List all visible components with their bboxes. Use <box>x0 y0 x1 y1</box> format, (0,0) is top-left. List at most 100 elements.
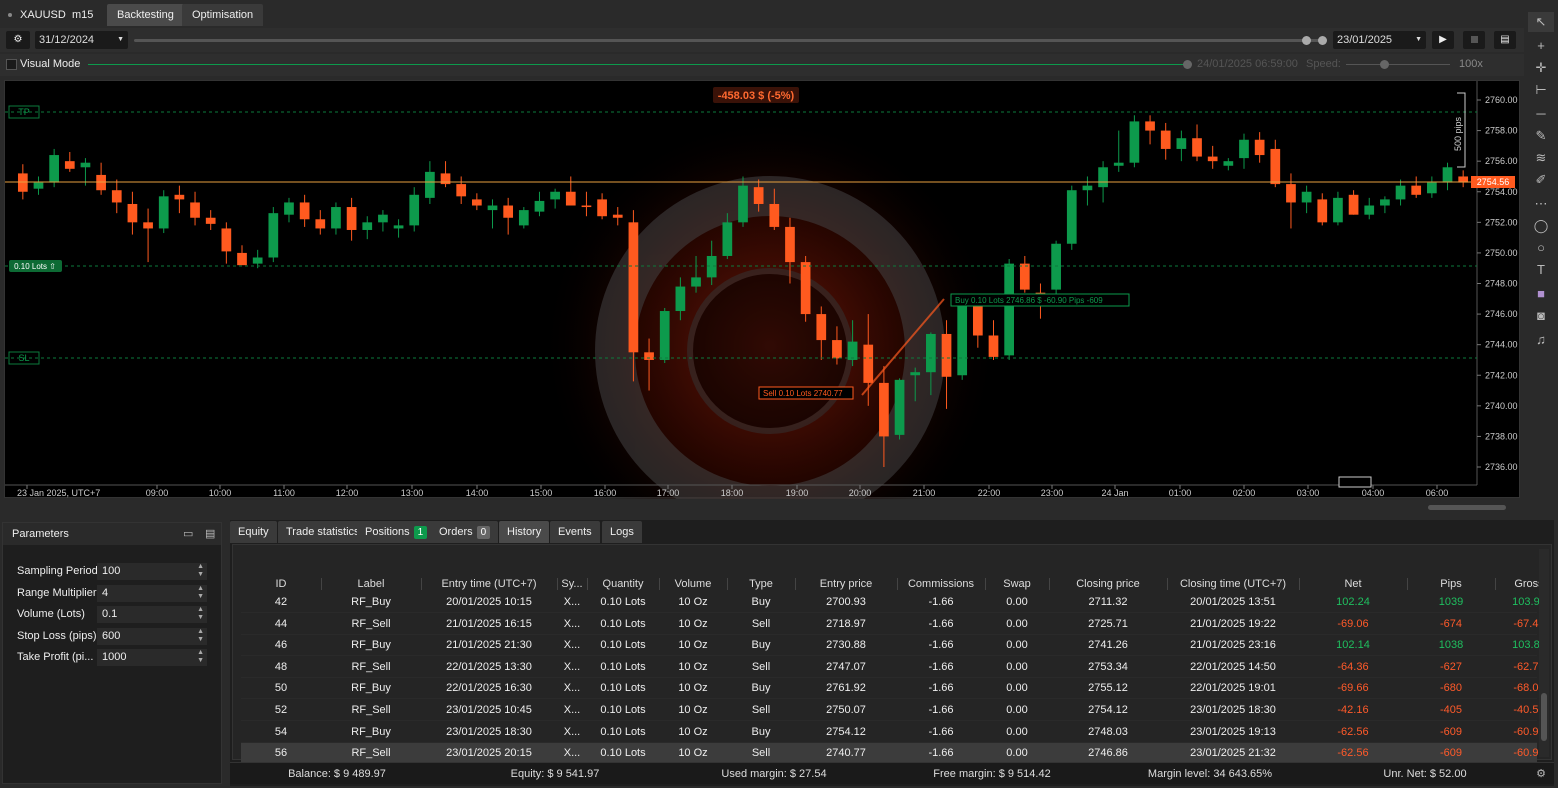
table-cell: 0.00 <box>1006 660 1028 673</box>
dotted-line-icon[interactable]: ⋯ <box>1528 194 1554 214</box>
range-start-handle[interactable] <box>1302 36 1311 45</box>
progress-handle[interactable] <box>1183 60 1192 69</box>
column-header[interactable]: Net <box>1299 575 1407 593</box>
settings-button[interactable]: ⚙ <box>6 31 30 49</box>
folder-open-icon[interactable]: ▭ <box>183 527 193 540</box>
column-header[interactable]: Swap <box>985 575 1049 593</box>
param-input[interactable]: 1000 ▲ ▼ <box>97 649 207 666</box>
column-divider[interactable] <box>1495 578 1496 590</box>
column-divider[interactable] <box>727 578 728 590</box>
table-cell: 20/01/2025 13:51 <box>1190 596 1276 608</box>
start-date-picker[interactable]: 31/12/2024 ▼ <box>35 31 128 49</box>
column-divider[interactable] <box>557 578 558 590</box>
column-header[interactable]: ID <box>241 575 321 593</box>
fibonacci-icon[interactable]: ≋ <box>1528 148 1554 168</box>
column-header[interactable]: Type <box>727 575 795 593</box>
stepper-icon[interactable]: ▲ ▼ <box>197 649 204 665</box>
table-row[interactable]: 54 RF_Buy 23/01/2025 18:30 X... 0.10 Lots 10 … <box>241 722 1545 743</box>
candle-body <box>785 226 795 263</box>
column-divider[interactable] <box>321 578 322 590</box>
symbol-tab[interactable]: XAUUSD m15 <box>0 4 101 26</box>
tab-history[interactable]: History <box>499 521 550 543</box>
table-scrollbar[interactable] <box>1539 549 1549 757</box>
measure-icon[interactable]: ⊢ <box>1528 80 1554 100</box>
tab-optimisation[interactable]: Optimisation <box>182 4 264 26</box>
table-cell: 20/01/2025 10:15 <box>446 596 532 608</box>
tab-backtesting[interactable]: Backtesting <box>107 4 184 26</box>
circle-icon[interactable]: ○ <box>1528 238 1554 258</box>
column-divider[interactable] <box>1167 578 1168 590</box>
column-divider[interactable] <box>421 578 422 590</box>
rectangle-icon[interactable]: ■ <box>1528 284 1554 304</box>
column-header[interactable]: Closing time (UTC+7) <box>1167 575 1299 593</box>
tab-events[interactable]: Events <box>550 521 600 543</box>
visual-mode-checkbox[interactable] <box>6 59 17 70</box>
pen-icon[interactable]: ✎ <box>1528 126 1554 146</box>
chart-scrollbar[interactable] <box>4 502 1520 514</box>
param-input[interactable]: 100 ▲ ▼ <box>97 563 207 580</box>
param-input[interactable]: 600 ▲ ▼ <box>97 627 207 645</box>
save-params-icon[interactable]: ▤ <box>205 527 215 540</box>
candle-body <box>471 199 482 206</box>
column-header[interactable]: Quantity <box>587 575 659 593</box>
time-cursor-tag[interactable] <box>1338 476 1372 488</box>
column-divider[interactable] <box>1049 578 1050 590</box>
column-header[interactable]: Commissions <box>897 575 985 593</box>
candle-body <box>753 187 764 204</box>
save-button[interactable]: ▤ <box>1494 31 1516 49</box>
stepper-icon[interactable]: ▲ ▼ <box>197 585 204 601</box>
table-row[interactable]: 52 RF_Sell 23/01/2025 10:45 X... 0.10 Lots 10… <box>241 700 1545 721</box>
tab-equity[interactable]: Equity <box>230 521 277 543</box>
column-header[interactable]: Volume <box>659 575 727 593</box>
stepper-icon[interactable]: ▲ ▼ <box>197 628 204 644</box>
column-divider[interactable] <box>1299 578 1300 590</box>
tab-orders[interactable]: Orders 0 <box>431 521 499 543</box>
stepper-icon[interactable]: ▲ ▼ <box>197 606 204 622</box>
crosshair-icon[interactable]: + <box>1528 36 1554 56</box>
column-header[interactable]: Entry time (UTC+7) <box>421 575 557 593</box>
crosshair-alt-icon[interactable]: ✛ <box>1528 58 1554 78</box>
bell-icon[interactable]: ♫ <box>1528 330 1554 350</box>
table-scrollbar-thumb[interactable] <box>1541 693 1547 741</box>
stepper-icon[interactable]: ▲ ▼ <box>197 563 204 579</box>
play-button[interactable]: ▶ <box>1432 31 1454 49</box>
column-divider[interactable] <box>587 578 588 590</box>
speed-slider[interactable] <box>1346 64 1450 65</box>
price-axis[interactable]: 2760.00 2758.00 2756.00 2754.00 2752.00 2750.… <box>1477 95 1518 472</box>
horizontal-line-icon[interactable]: ─ <box>1528 104 1554 124</box>
column-header[interactable]: Label <box>321 575 421 593</box>
end-date-picker[interactable]: 23/01/2025 ▼ <box>1333 31 1426 49</box>
column-header[interactable]: Pips <box>1407 575 1495 593</box>
date-range-slider[interactable] <box>134 36 1327 45</box>
gear-icon[interactable]: ⚙ <box>1530 763 1552 785</box>
chart-scrollbar-thumb[interactable] <box>1428 505 1506 510</box>
table-row[interactable]: 44 RF_Sell 21/01/2025 16:15 X... 0.10 Lots 10… <box>241 614 1545 635</box>
tab-logs[interactable]: Logs <box>602 521 642 543</box>
camera-icon[interactable]: ◙ <box>1528 306 1554 326</box>
column-header[interactable]: Sy... <box>557 575 587 593</box>
column-divider[interactable] <box>1407 578 1408 590</box>
column-divider[interactable] <box>795 578 796 590</box>
ellipse-icon[interactable]: ◯ <box>1528 216 1554 236</box>
param-input[interactable]: 0.1 ▲ ▼ <box>97 606 207 623</box>
param-input[interactable]: 4 ▲ ▼ <box>97 584 207 602</box>
table-row[interactable]: 48 RF_Sell 22/01/2025 13:30 X... 0.10 Lots 10… <box>241 657 1545 678</box>
stop-button[interactable] <box>1463 31 1485 49</box>
column-divider[interactable] <box>897 578 898 590</box>
tab-positions[interactable]: Positions 1 <box>357 521 436 543</box>
table-row[interactable]: 42 RF_Buy 20/01/2025 10:15 X... 0.10 Lots 10 … <box>241 592 1546 613</box>
column-header[interactable]: Closing price <box>1049 575 1167 593</box>
range-end-handle[interactable] <box>1318 36 1327 45</box>
table-row[interactable]: 50 RF_Buy 22/01/2025 16:30 X... 0.10 Lots 10 … <box>241 678 1545 700</box>
speed-handle[interactable] <box>1380 60 1389 69</box>
price-chart[interactable]: 2760.00 2758.00 2756.00 2754.00 2752.00 2750.… <box>4 80 1521 576</box>
column-header[interactable]: Entry price <box>795 575 897 593</box>
tab-trade-statistics[interactable]: Trade statistics <box>278 521 368 543</box>
table-row[interactable]: 46 RF_Buy 21/01/2025 21:30 X... 0.10 Lots 10 … <box>241 635 1546 657</box>
brush-icon[interactable]: ✐ <box>1528 170 1554 190</box>
chart-canvas[interactable]: 2760.00 2758.00 2756.00 2754.00 2752.00 2750.… <box>5 81 1521 576</box>
column-divider[interactable] <box>659 578 660 590</box>
column-divider[interactable] <box>985 578 986 590</box>
cursor-icon[interactable]: ↖ <box>1528 12 1554 32</box>
text-icon[interactable]: T <box>1528 260 1554 280</box>
